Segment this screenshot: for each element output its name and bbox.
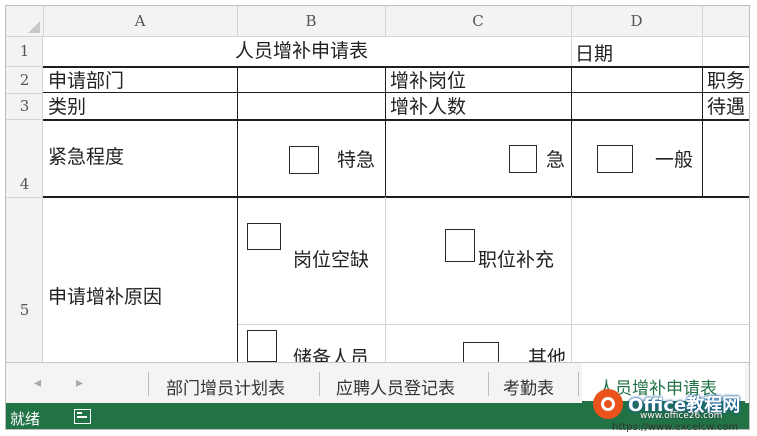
column-header-d[interactable]: D <box>571 6 702 36</box>
watermark-url-office26: www.office26.com <box>640 411 723 421</box>
reason-checkbox-reserve[interactable] <box>247 330 277 362</box>
reason-checkbox-supplement[interactable] <box>445 229 475 262</box>
column-header-c[interactable]: C <box>385 6 571 36</box>
urgency-checkbox-normal[interactable] <box>597 145 633 173</box>
office-logo-icon <box>593 389 623 419</box>
sheet-tab-applicant-register[interactable]: 应聘人员登记表 <box>336 374 455 399</box>
urgency-checkbox-very-urgent[interactable] <box>289 146 319 174</box>
position-label: 增补岗位 <box>390 70 467 92</box>
sheet-tab-attendance[interactable]: 考勤表 <box>503 374 554 399</box>
reason-option-vacancy: 岗位空缺 <box>293 249 370 271</box>
row-header-3[interactable]: 3 <box>6 93 43 119</box>
treatment-label: 待遇 <box>707 96 746 118</box>
duty-label: 职务 <box>707 70 746 92</box>
select-all-corner[interactable] <box>6 6 43 36</box>
row-header-5[interactable]: 5 <box>6 197 43 362</box>
macro-record-icon[interactable] <box>74 409 91 424</box>
row-header-4[interactable]: 4 <box>6 119 43 197</box>
sheet-tab-dept-plan[interactable]: 部门增员计划表 <box>166 374 285 399</box>
reason-checkbox-vacancy[interactable] <box>247 223 281 250</box>
form-title: 人员增补申请表 <box>235 40 369 62</box>
tab-scroll-prev-button[interactable]: ◂ <box>34 375 41 391</box>
status-ready-text: 就绪 <box>10 410 41 428</box>
dept-label: 申请部门 <box>48 70 125 92</box>
reason-checkbox-other[interactable] <box>463 342 499 364</box>
reason-label: 申请增补原因 <box>48 286 163 308</box>
category-label: 类别 <box>48 96 87 118</box>
row-header-1[interactable]: 1 <box>6 36 43 66</box>
date-label: 日期 <box>575 43 614 65</box>
tab-scroll-next-button[interactable]: ▸ <box>76 375 83 391</box>
reason-option-supplement: 职位补充 <box>478 249 555 271</box>
column-header-a[interactable]: A <box>43 6 237 36</box>
urgency-label: 紧急程度 <box>48 146 125 168</box>
headcount-label: 增补人数 <box>390 96 467 118</box>
urgency-option-urgent: 急 <box>546 149 566 171</box>
watermark-url-excelcw: https://www.excelcw.com <box>612 422 739 433</box>
urgency-checkbox-urgent[interactable] <box>509 145 537 173</box>
column-header-b[interactable]: B <box>237 6 385 36</box>
urgency-option-normal: 一般 <box>655 149 694 171</box>
column-header-e[interactable] <box>702 6 749 36</box>
urgency-option-very-urgent: 特急 <box>337 149 376 171</box>
row-header-2[interactable]: 2 <box>6 66 43 93</box>
spreadsheet-window: A B C D 1 2 3 4 5 人员增补申请表 日期 申请部门 增补岗位 职… <box>5 5 750 430</box>
